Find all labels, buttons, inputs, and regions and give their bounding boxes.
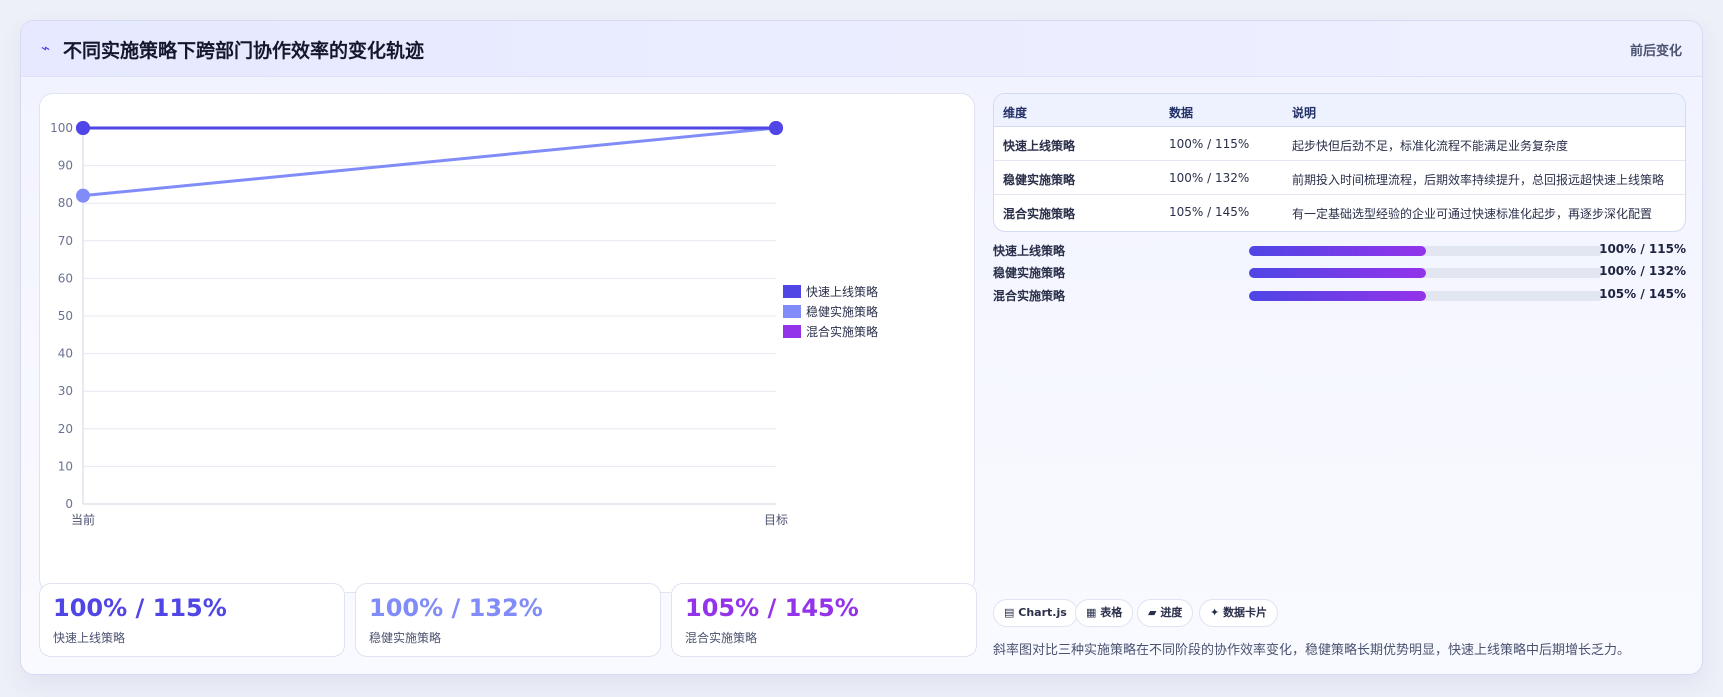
sparkle-icon: ✦: [1210, 606, 1220, 619]
y-tick-label: 60: [58, 271, 73, 285]
chip-label: 进度: [1160, 606, 1183, 619]
y-tick-label: 40: [58, 347, 73, 361]
progress-value: 105% / 145%: [1599, 287, 1686, 301]
stat-value: 100% / 132%: [369, 594, 543, 622]
stat-label: 稳健实施策略: [369, 631, 442, 645]
y-tick-label: 30: [58, 384, 73, 398]
progress-track: [1249, 268, 1603, 278]
chart-note: 斜率图对比三种实施策略在不同阶段的协作效率变化，稳健策略长期优势明显，快速上线策…: [993, 643, 1631, 658]
chip-table[interactable]: ▦ 表格: [1075, 599, 1134, 627]
progress-row: 混合实施策略 105% / 145%: [993, 285, 1686, 305]
y-tick-label: 0: [65, 497, 73, 511]
column-header: 说明: [1292, 106, 1317, 120]
legend-label: 混合实施策略: [806, 324, 878, 339]
progress-label: 稳健实施策略: [993, 266, 1066, 280]
table-cell: 起步快但后劲不足，标准化流程不能满足业务复杂度: [1292, 139, 1569, 153]
progress-label: 混合实施策略: [993, 289, 1066, 303]
table-cell: 稳健实施策略: [1003, 173, 1076, 187]
chip-label: Chart.js: [1018, 606, 1067, 619]
stat-card: 100% / 115% 快速上线策略: [39, 583, 345, 657]
lightning-icon: ⌁: [41, 39, 51, 57]
table-cell: 100% / 132%: [1169, 171, 1250, 185]
chip-chartjs[interactable]: ▤ Chart.js: [993, 599, 1078, 627]
table-cell: 混合实施策略: [1003, 207, 1076, 221]
y-tick-label: 80: [58, 196, 73, 210]
y-tick-label: 70: [58, 234, 73, 248]
chip-label: 数据卡片: [1223, 606, 1268, 619]
progress-track: [1249, 291, 1603, 301]
series-line: [82, 126, 777, 198]
progress-fill: [1249, 268, 1426, 278]
stat-label: 混合实施策略: [685, 631, 758, 645]
table-cell: 105% / 145%: [1169, 205, 1250, 219]
table-row: 混合实施策略 105% / 145% 有一定基础选型经验的企业可通过快速标准化起…: [994, 195, 1685, 229]
progress-track: [1249, 246, 1603, 256]
progress-fill: [1249, 291, 1426, 301]
table-cell: 快速上线策略: [1003, 139, 1076, 153]
legend-swatch: [783, 305, 801, 318]
table-cell: 前期投入时间梳理流程，后期效率持续提升，总回报远超快速上线策略: [1292, 173, 1665, 187]
y-tick-label: 100: [50, 121, 73, 135]
progress-value: 100% / 115%: [1599, 242, 1686, 256]
chip-label: 表格: [1100, 606, 1123, 619]
progress-icon: ▰: [1148, 606, 1157, 619]
table-row: 快速上线策略 100% / 115% 起步快但后劲不足，标准化流程不能满足业务复…: [994, 127, 1685, 161]
stat-card: 100% / 132% 稳健实施策略: [355, 583, 661, 657]
legend-label: 快速上线策略: [806, 284, 878, 299]
chip-progress[interactable]: ▰ 进度: [1137, 599, 1194, 627]
table-header-row: 维度 数据 说明: [994, 94, 1685, 127]
stat-value: 100% / 115%: [53, 594, 227, 622]
x-tick-label: 目标: [764, 513, 788, 527]
progress-row: 快速上线策略 100% / 115%: [993, 240, 1686, 260]
slope-chart: 0 10 20 30 40 50 60 70 80 90 100 当前 目标 快速上线策略 稳健实施策略 混合…: [39, 93, 975, 593]
progress-value: 100% / 132%: [1599, 264, 1686, 278]
table-row: 稳健实施策略 100% / 132% 前期投入时间梳理流程，后期效率持续提升，总…: [994, 161, 1685, 195]
y-tick-label: 10: [58, 459, 73, 473]
table-cell: 有一定基础选型经验的企业可通过快速标准化起步，再逐步深化配置: [1292, 207, 1653, 221]
y-tick-label: 90: [58, 159, 73, 173]
page-title: 不同实施策略下跨部门协作效率的变化轨迹: [63, 40, 425, 62]
column-header: 维度: [1003, 106, 1028, 120]
data-table: 维度 数据 说明 快速上线策略 100% / 115% 起步快但后劲不足，标准化…: [993, 93, 1686, 232]
chip-data-card[interactable]: ✦ 数据卡片: [1199, 599, 1279, 627]
y-tick-label: 50: [58, 309, 73, 323]
legend-swatch: [783, 285, 801, 298]
data-point: [76, 188, 90, 203]
chart-icon: ▤: [1004, 606, 1015, 619]
header-tag: 前后变化: [1629, 44, 1682, 59]
progress-row: 稳健实施策略 100% / 132%: [993, 262, 1686, 282]
legend-label: 稳健实施策略: [806, 304, 878, 319]
y-tick-label: 20: [58, 422, 73, 436]
data-point: [76, 121, 90, 135]
progress-fill: [1249, 246, 1426, 256]
progress-label: 快速上线策略: [993, 244, 1066, 258]
card-header: ⌁ 不同实施策略下跨部门协作效率的变化轨迹 前后变化: [21, 21, 1702, 77]
table-cell: 100% / 115%: [1169, 137, 1250, 151]
legend-swatch: [783, 325, 801, 338]
stat-value: 105% / 145%: [685, 594, 859, 622]
stat-label: 快速上线策略: [53, 631, 126, 645]
table-icon: ▦: [1086, 606, 1097, 619]
chart-svg: 0 10 20 30 40 50 60 70 80 90 100 当前 目标 快速上线策略稳健实施策略混合…: [50, 121, 878, 527]
main-card: ⌁ 不同实施策略下跨部门协作效率的变化轨迹 前后变化 0 10 20 30 40 50 60…: [20, 20, 1703, 675]
data-point: [769, 121, 783, 135]
x-tick-label: 当前: [71, 512, 95, 527]
stat-card: 105% / 145% 混合实施策略: [671, 583, 977, 657]
column-header: 数据: [1169, 106, 1194, 120]
